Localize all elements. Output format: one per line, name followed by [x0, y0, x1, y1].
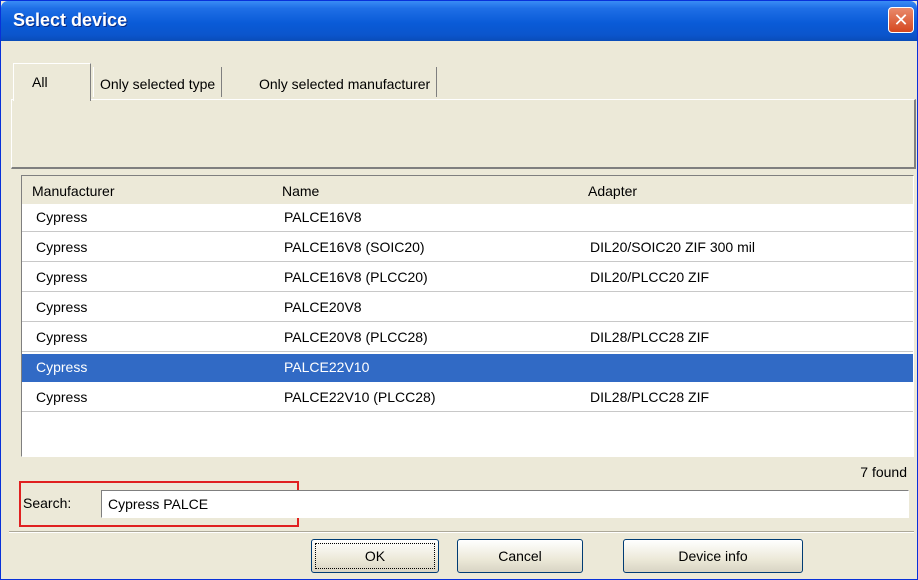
- window-title: Select device: [13, 10, 128, 30]
- table-row[interactable]: Cypress PALCE20V8: [22, 294, 913, 322]
- table-row[interactable]: Cypress PALCE16V8: [22, 204, 913, 232]
- cell-name: PALCE22V10 (PLCC28): [284, 389, 436, 405]
- close-icon: ✕: [893, 10, 909, 30]
- column-header-manufacturer[interactable]: Manufacturer: [32, 183, 114, 199]
- table-row[interactable]: Cypress PALCE22V10 (PLCC28) DIL28/PLCC28…: [22, 384, 913, 412]
- tab-label: Only selected manufacturer: [259, 76, 431, 92]
- cell-name: PALCE16V8 (PLCC20): [284, 269, 428, 285]
- cell-adapter: DIL28/PLCC28 ZIF: [590, 329, 710, 345]
- search-input[interactable]: [101, 490, 909, 518]
- cell-manufacturer: Cypress: [36, 239, 88, 255]
- tab-label: All: [32, 74, 48, 90]
- cell-adapter: DIL28/PLCC28 ZIF: [590, 389, 710, 405]
- cell-manufacturer: Cypress: [36, 389, 88, 405]
- cell-manufacturer: Cypress: [36, 209, 88, 225]
- tab-all[interactable]: All: [13, 63, 91, 101]
- column-header-name[interactable]: Name: [282, 183, 319, 199]
- found-count: 7 found: [860, 464, 907, 480]
- ok-button[interactable]: OK: [311, 539, 439, 573]
- search-label: Search:: [23, 495, 72, 511]
- close-button[interactable]: ✕: [888, 7, 914, 33]
- list-header: Manufacturer Name Adapter: [22, 176, 913, 204]
- cell-adapter: DIL20/PLCC20 ZIF: [590, 269, 710, 285]
- table-row[interactable]: Cypress PALCE16V8 (PLCC20) DIL20/PLCC20 …: [22, 264, 913, 292]
- cell-manufacturer: Cypress: [36, 359, 88, 375]
- divider: [9, 531, 914, 533]
- column-header-adapter[interactable]: Adapter: [588, 183, 637, 199]
- device-info-button[interactable]: Device info: [623, 539, 803, 573]
- cell-manufacturer: Cypress: [36, 299, 88, 315]
- table-row[interactable]: Cypress PALCE20V8 (PLCC28) DIL28/PLCC28 …: [22, 324, 913, 352]
- cell-name: PALCE16V8: [284, 209, 362, 225]
- title-bar[interactable]: Select device ✕: [1, 1, 917, 41]
- cell-manufacturer: Cypress: [36, 269, 88, 285]
- tab-only-selected-manufacturer[interactable]: Only selected manufacturer: [253, 67, 438, 97]
- cell-name: PALCE20V8: [284, 299, 362, 315]
- cell-adapter: DIL20/SOIC20 ZIF 300 mil: [590, 239, 755, 255]
- table-row-selected[interactable]: Cypress PALCE22V10: [22, 354, 913, 382]
- device-list[interactable]: Manufacturer Name Adapter Cypress PALCE1…: [21, 175, 914, 457]
- tab-label: Only selected type: [100, 76, 216, 92]
- tab-only-selected-type[interactable]: Only selected type: [93, 67, 223, 97]
- cell-name: PALCE20V8 (PLCC28): [284, 329, 428, 345]
- cell-manufacturer: Cypress: [36, 329, 88, 345]
- cancel-button[interactable]: Cancel: [457, 539, 583, 573]
- select-device-dialog: Select device ✕ All Only selected type O…: [0, 0, 918, 580]
- tab-panel: [11, 99, 916, 169]
- table-row[interactable]: Cypress PALCE16V8 (SOIC20) DIL20/SOIC20 …: [22, 234, 913, 262]
- cell-name: PALCE22V10: [284, 359, 370, 375]
- cell-name: PALCE16V8 (SOIC20): [284, 239, 425, 255]
